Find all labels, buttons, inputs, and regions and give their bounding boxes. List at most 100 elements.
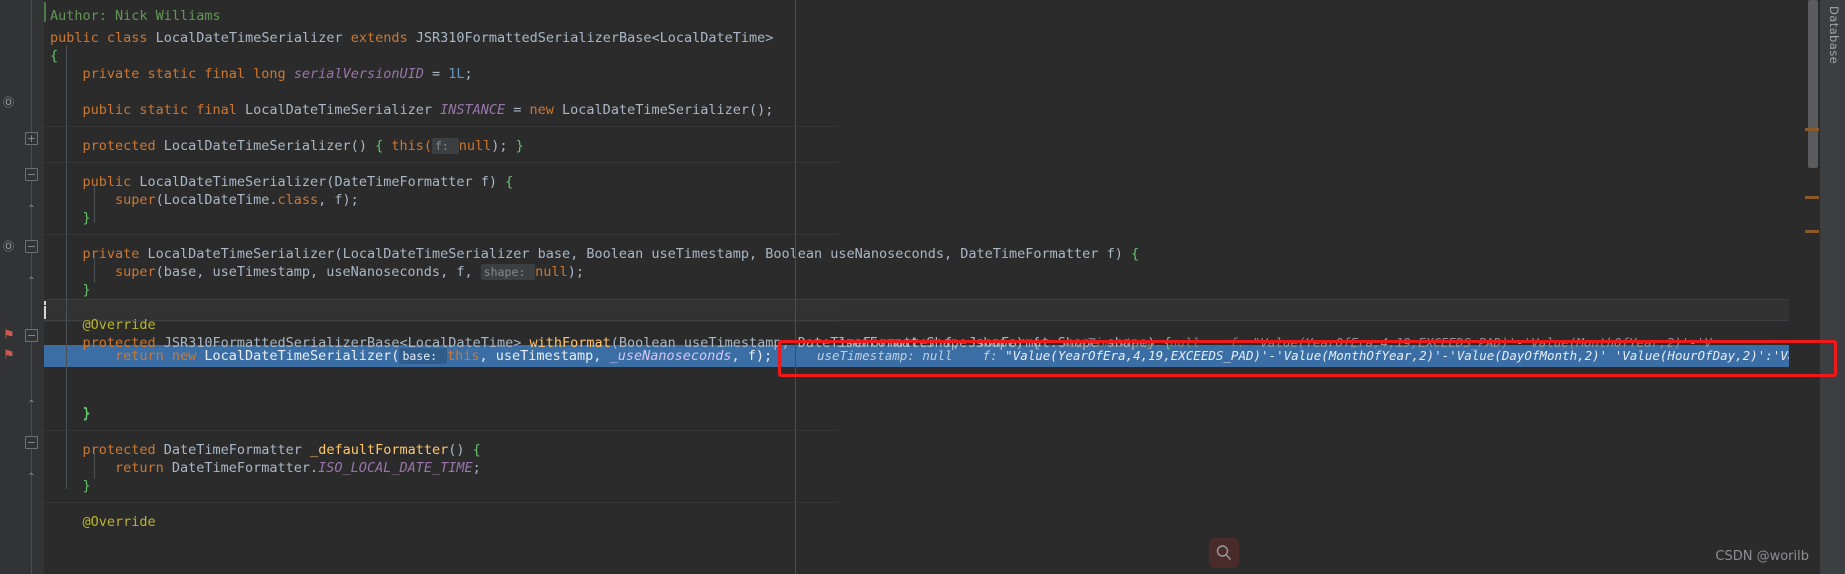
- code-token: , f);: [318, 192, 359, 208]
- override-method-icon[interactable]: Ⓞ: [2, 96, 15, 109]
- inlay-hint-base[interactable]: base:: [399, 348, 447, 364]
- code-line[interactable]: private static final long serialVersionU…: [82, 63, 472, 85]
- code-editor[interactable]: Author: Nick Williams public class LocalD…: [44, 0, 1789, 574]
- method-separator: [44, 502, 839, 503]
- fold-region-end-icon[interactable]: ⌃: [25, 276, 38, 289]
- code-token: ;: [472, 460, 481, 476]
- method-separator: [44, 305, 839, 306]
- code-token: _useNanoseconds: [609, 348, 732, 364]
- inlay-hint-shape[interactable]: shape:: [480, 264, 536, 280]
- code-token: public static final: [82, 102, 246, 118]
- code-token: }: [82, 282, 91, 298]
- caret-line-highlight: [44, 299, 1789, 321]
- code-token: private: [82, 246, 148, 262]
- editor-scrollbar-thumb[interactable]: [1808, 0, 1818, 168]
- code-line[interactable]: protected LocalDateTimeSerializer() { th…: [82, 135, 524, 157]
- code-token: @Override: [82, 317, 156, 333]
- code-line[interactable]: }: [82, 403, 90, 425]
- code-token: {: [505, 174, 514, 190]
- code-token: protected: [82, 442, 164, 458]
- method-separator: [44, 126, 839, 127]
- code-token: (base, useTimestamp, useNanoseconds, f,: [155, 264, 481, 280]
- code-token: LocalDateTimeSerializer();: [562, 102, 774, 118]
- debugger-inline-hint: useTimestamp: null f: "Value(YearOfEra,4…: [817, 345, 1789, 367]
- override-method-icon[interactable]: Ⓞ: [2, 240, 15, 253]
- method-separator: [44, 430, 839, 431]
- code-line[interactable]: return DateTimeFormatter.ISO_LOCAL_DATE_…: [115, 457, 481, 479]
- code-token: protected: [82, 138, 164, 154]
- code-token: long: [253, 66, 294, 82]
- fold-collapse-icon[interactable]: −: [25, 436, 38, 449]
- code-line[interactable]: }: [82, 475, 90, 497]
- code-token: null: [535, 264, 568, 280]
- code-token: LocalDateTimeSerializer: [155, 30, 351, 46]
- fold-collapse-icon[interactable]: −: [25, 240, 38, 253]
- code-token: LocalDateTimeSerializer(): [163, 138, 376, 154]
- comment-marker-bar: [44, 2, 46, 22]
- editor-gutter[interactable]: Ⓞ + − ⌃ Ⓞ − ⌃ ⚑ − ⚑ ⌃ − ⌃: [0, 0, 44, 574]
- fold-collapse-icon[interactable]: −: [25, 329, 38, 342]
- code-token: ISO_LOCAL_DATE_TIME: [318, 460, 473, 476]
- debug-hint-f-value: "Value(YearOfEra,4,19,EXCEEDS_PAD)'-'Val…: [1005, 348, 1789, 363]
- search-icon[interactable]: [1209, 538, 1239, 568]
- code-token: (LocalDateTime.: [155, 192, 278, 208]
- code-token: =: [513, 102, 530, 118]
- bookmark-icon[interactable]: ⚑: [3, 349, 15, 363]
- code-line[interactable]: }: [82, 207, 90, 229]
- code-token: );: [567, 264, 584, 280]
- code-token: JSR310FormattedSerializerBase<LocalDateT…: [415, 30, 774, 46]
- code-token: _defaultFormatter: [310, 442, 449, 458]
- code-token: DateTimeFormatter.: [171, 460, 319, 476]
- code-token: ;: [464, 66, 473, 82]
- selected-statement-text[interactable]: return new LocalDateTimeSerializer(base:…: [115, 345, 772, 367]
- code-token: @Override: [82, 514, 156, 530]
- editor-pane-divider[interactable]: [795, 0, 796, 574]
- code-token: 1L: [448, 66, 465, 82]
- tool-window-database-label[interactable]: Database: [1823, 6, 1841, 64]
- code-token: new: [529, 102, 563, 118]
- code-token: this(: [391, 138, 432, 154]
- fold-region-end-icon[interactable]: ⌃: [25, 399, 38, 412]
- code-token: super: [114, 264, 156, 280]
- code-token: }: [82, 406, 91, 422]
- code-token: new: [171, 348, 205, 364]
- code-token: super: [114, 192, 156, 208]
- code-line[interactable]: public static final LocalDateTimeSeriali…: [82, 99, 773, 121]
- indent-guide: [66, 45, 67, 489]
- code-token: public class: [50, 30, 156, 46]
- code-token: (): [448, 442, 473, 458]
- code-line[interactable]: {: [50, 45, 58, 67]
- method-separator: [44, 321, 839, 322]
- code-token: serialVersionUID: [293, 66, 432, 82]
- code-line[interactable]: super(LocalDateTime.class, f);: [115, 189, 359, 211]
- code-comment-line[interactable]: Author: Nick Williams: [50, 5, 221, 27]
- inlay-hint-f[interactable]: f:: [431, 138, 459, 154]
- code-token: , f);: [731, 348, 773, 364]
- code-token: {: [472, 442, 481, 458]
- fold-expand-icon[interactable]: +: [25, 132, 38, 145]
- fold-region-end-icon[interactable]: ⌃: [25, 204, 38, 217]
- code-token: public: [82, 174, 140, 190]
- code-token: extends: [350, 30, 416, 46]
- debug-hint-usetimestamp: useTimestamp: null: [817, 348, 983, 363]
- code-token: =: [431, 66, 449, 82]
- code-token: LocalDateTimeSerializer(DateTimeFormatte…: [139, 174, 506, 190]
- debug-hint-f-label: f:: [982, 348, 1006, 363]
- code-token: LocalDateTimeSerializer: [245, 102, 441, 118]
- code-token: this: [447, 348, 480, 364]
- code-token: {: [1130, 246, 1140, 262]
- bookmark-icon[interactable]: ⚑: [3, 329, 15, 343]
- method-separator: [44, 162, 839, 163]
- code-token: class: [277, 192, 319, 208]
- code-line[interactable]: }: [82, 279, 90, 301]
- ide-editor-window: Author: Nick Williams public class LocalD…: [0, 0, 1845, 574]
- code-line[interactable]: super(base, useTimestamp, useNanoseconds…: [115, 261, 584, 283]
- code-token: return: [114, 460, 172, 476]
- code-line[interactable]: public class LocalDateTimeSerializer ext…: [50, 27, 773, 49]
- code-line[interactable]: @Override: [82, 511, 155, 533]
- code-token: }: [82, 478, 91, 494]
- right-tool-window-strip[interactable]: Database: [1819, 0, 1845, 574]
- fold-region-end-icon[interactable]: ⌃: [25, 472, 38, 485]
- fold-collapse-icon[interactable]: −: [25, 168, 38, 181]
- code-token: , useTimestamp,: [479, 348, 610, 364]
